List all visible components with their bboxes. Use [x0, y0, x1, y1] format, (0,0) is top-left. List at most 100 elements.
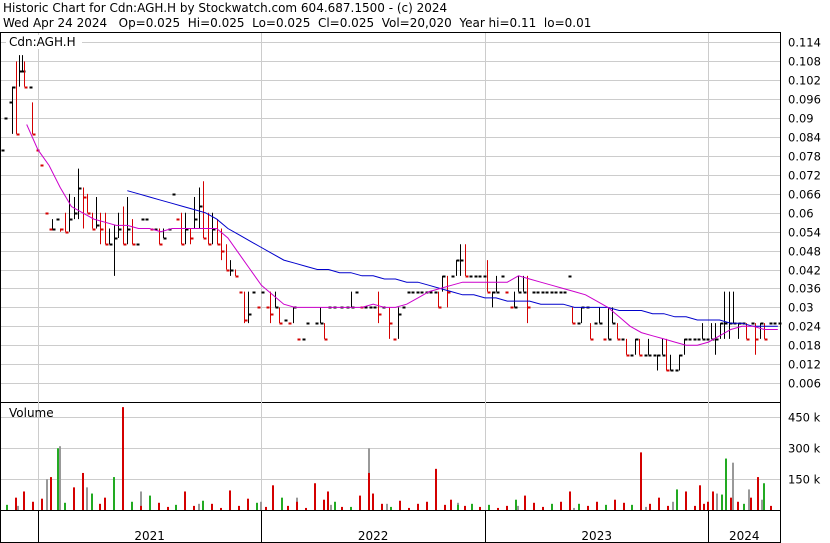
volume-bar [57, 448, 59, 510]
volume-bar [631, 504, 633, 510]
price-tick-label: 0.072 [788, 169, 821, 183]
volume-bar [712, 491, 714, 510]
price-axis-labels: 0.006 0.012 0.018 0.024 0.03 0.036 0.042 0.048 0… [788, 36, 821, 391]
price-tick-label: 0.054 [788, 226, 821, 240]
volume-bar [699, 485, 701, 510]
volume-bar [386, 503, 388, 510]
volume-bar [560, 501, 562, 510]
volume-bar [305, 507, 307, 510]
volume-bar [488, 504, 490, 510]
volume-bar [198, 503, 200, 510]
volume-bar [676, 489, 678, 510]
year-label: 2023 [581, 529, 612, 543]
volume-bar [113, 477, 115, 510]
volume-bar [260, 501, 262, 510]
price-tick-label: 0.006 [788, 377, 821, 391]
volume-bar [390, 506, 392, 510]
volume-bar [757, 477, 759, 510]
volume-bar [82, 472, 84, 510]
volume-bar [737, 501, 739, 510]
volume-bar [730, 497, 732, 510]
volume-bar [287, 505, 289, 510]
volume-bar [707, 501, 709, 510]
volume-bar [732, 462, 734, 510]
volume-bar [506, 505, 508, 510]
volume-bar [542, 506, 544, 510]
year-label: 2024 [729, 529, 760, 543]
volume-bar [649, 503, 651, 510]
price-tick-label: 0.012 [788, 358, 821, 372]
volume-bar [497, 507, 499, 510]
volume-bar [748, 489, 750, 510]
price-tick-label: 0.042 [788, 264, 821, 278]
volume-bar [479, 506, 481, 510]
volume-bar [229, 490, 231, 510]
price-tick-label: 0.036 [788, 282, 821, 296]
volume-bar [658, 497, 660, 510]
price-tick-label: 0.09 [788, 112, 814, 126]
volume-bar [220, 507, 222, 510]
date-axis-frame [0, 510, 781, 543]
volume-bar [533, 502, 535, 510]
volume-bar [281, 497, 283, 510]
volume-bar [41, 498, 43, 510]
volume-bar [524, 495, 526, 510]
volume-bar [399, 500, 401, 510]
volume-bar [667, 505, 669, 510]
year-label: 2021 [134, 529, 165, 543]
volume-bar [6, 504, 8, 510]
volume-bar [64, 502, 66, 510]
volume-bar [341, 506, 343, 510]
volume-bar [91, 493, 93, 510]
volume-bar [368, 472, 370, 510]
volume-bar [645, 506, 647, 510]
volume-bar [104, 497, 106, 510]
volume-bar [73, 487, 75, 510]
volume-bar [23, 491, 25, 510]
volume-bar [323, 499, 325, 510]
price-tick-label: 0.078 [788, 150, 821, 164]
volume-bar [334, 501, 336, 510]
volume-bar [272, 485, 274, 510]
volume-bar [703, 503, 705, 510]
volume-bar [685, 491, 687, 510]
volume-bar [721, 494, 723, 510]
volume-bar [202, 500, 204, 510]
volume-axis-labels: 150 k 300 k 450 k [788, 411, 821, 487]
volume-bar [426, 501, 428, 510]
price-tick-label: 0.03 [788, 301, 814, 315]
volume-bar [149, 495, 151, 510]
volume-bar [457, 504, 459, 510]
volume-bar [471, 503, 473, 510]
volume-bar [32, 501, 34, 510]
volume-bar [569, 491, 571, 510]
price-tick-label: 0.096 [788, 93, 821, 107]
volume-bar [131, 501, 133, 510]
volume-bar [551, 503, 553, 510]
volume-bar [573, 507, 575, 510]
volume-bar [770, 505, 772, 510]
volume-tick-label: 150 k [788, 473, 821, 487]
volume-bar [578, 503, 580, 510]
volume-bar [587, 505, 589, 510]
volume-bar [408, 507, 410, 510]
price-tick-label: 0.066 [788, 188, 821, 202]
volume-bar [750, 497, 752, 510]
year-label: 2022 [358, 529, 389, 543]
price-tick-label: 0.108 [788, 55, 821, 69]
price-tick-label: 0.114 [788, 36, 821, 50]
volume-bar [381, 503, 383, 510]
volume-bar [46, 479, 48, 510]
volume-bar [167, 506, 169, 510]
volume-bar [314, 483, 316, 510]
volume-bar [327, 491, 329, 510]
volume-bar [435, 468, 437, 510]
volume-bar [725, 458, 727, 510]
volume-bar [99, 503, 101, 510]
volume-bar [59, 446, 61, 510]
volume-bar [86, 487, 88, 510]
price-tick-label: 0.018 [788, 339, 821, 353]
volume-bar [15, 497, 17, 510]
volume-bar [296, 501, 298, 510]
volume-bar [515, 499, 517, 510]
